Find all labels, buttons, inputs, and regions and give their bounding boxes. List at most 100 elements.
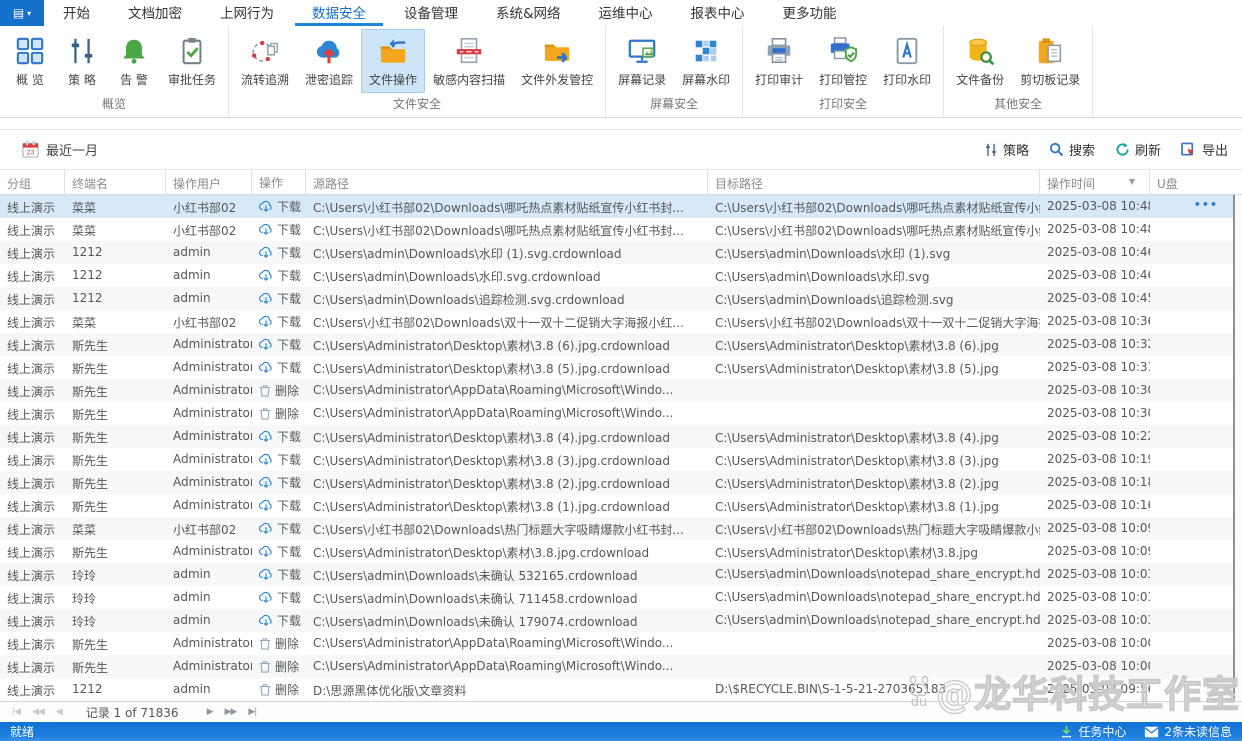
download-cloud-icon xyxy=(259,545,273,558)
download-cloud-icon xyxy=(259,614,273,627)
search-button[interactable]: 搜索 xyxy=(1049,140,1095,159)
prev-page-button[interactable]: ◀◀ xyxy=(26,707,50,717)
ribbon-item-file-outgoing[interactable]: 文件外发管控 xyxy=(513,29,601,93)
ribbon-item-file-backup[interactable]: 文件备份 xyxy=(948,29,1012,93)
tab-report-center[interactable]: 报表中心 xyxy=(674,0,762,26)
tab-web-behavior[interactable]: 上网行为 xyxy=(203,0,291,26)
ribbon-group-other-security: 文件备份 剪切板记录 其他安全 xyxy=(944,26,1094,117)
first-record-button[interactable]: |◀ xyxy=(6,707,26,717)
next-page-button[interactable]: ▶▶ xyxy=(218,707,242,717)
download-cloud-icon xyxy=(259,568,273,581)
table-row[interactable]: 线上演示 1212 admin 下载 C:\Users\admin\Downlo… xyxy=(0,264,1242,287)
table-row[interactable]: 线上演示 斯先生 Administrator 下载 C:\Users\Admin… xyxy=(0,333,1242,356)
ribbon-item-trace-flow[interactable]: 流转追溯 xyxy=(233,29,297,93)
tab-more[interactable]: 更多功能 xyxy=(766,0,854,26)
table-row[interactable]: 线上演示 菜菜 小红书部02 下载 C:\Users\小红书部02\Downlo… xyxy=(0,517,1242,540)
column-header-source-path[interactable]: 源路径 xyxy=(306,170,708,194)
tab-start[interactable]: 开始 xyxy=(46,0,107,26)
refresh-button[interactable]: 刷新 xyxy=(1115,140,1161,159)
column-header-operation[interactable]: 操作 xyxy=(252,170,306,194)
row-actions-button[interactable]: ••• xyxy=(1194,198,1218,211)
envelope-icon xyxy=(1144,726,1159,738)
date-range-filter[interactable]: 23 最近一月 xyxy=(22,140,98,159)
next-record-button[interactable]: ▶ xyxy=(201,707,219,717)
ribbon-item-clipboard-record[interactable]: 剪切板记录 xyxy=(1012,29,1088,93)
table-row[interactable]: 线上演示 斯先生 Administrator 删除 C:\Users\Admin… xyxy=(0,632,1242,655)
last-record-button[interactable]: ▶| xyxy=(242,707,262,717)
app-menu-icon: ▤ xyxy=(12,6,25,20)
tab-ops-center[interactable]: 运维中心 xyxy=(582,0,670,26)
ribbon-item-print-audit[interactable]: 打印审计 xyxy=(747,29,811,93)
ribbon-item-approval-tasks[interactable]: 审批任务 xyxy=(160,29,224,93)
app-menu-button[interactable]: ▤ ▾ xyxy=(0,0,44,26)
svg-text:23: 23 xyxy=(27,149,35,157)
clipboard-record-icon xyxy=(1035,35,1065,67)
ribbon-item-print-watermark[interactable]: 打印水印 xyxy=(875,29,939,93)
trash-icon xyxy=(259,384,271,397)
ribbon-item-overview[interactable]: 概 览 xyxy=(4,29,56,93)
time-filter-caret[interactable]: ▼ xyxy=(1129,177,1135,186)
column-header-group[interactable]: 分组 xyxy=(0,170,65,194)
table-row[interactable]: 线上演示 斯先生 Administrator 删除 C:\Users\Admin… xyxy=(0,379,1242,402)
status-bar: 就绪 任务中心 2条未读信息 xyxy=(0,722,1242,741)
unread-messages-button[interactable]: 2条未读信息 xyxy=(1144,723,1232,740)
table-row[interactable]: 线上演示 斯先生 Administrator 下载 C:\Users\Admin… xyxy=(0,356,1242,379)
table-row[interactable]: 线上演示 斯先生 Administrator 删除 C:\Users\Admin… xyxy=(0,655,1242,678)
table-row[interactable]: 线上演示 斯先生 Administrator 删除 C:\Users\Admin… xyxy=(0,402,1242,425)
tab-data-security[interactable]: 数据安全 xyxy=(295,0,383,26)
column-header-terminal[interactable]: 终端名 xyxy=(65,170,166,194)
table-row[interactable]: 线上演示 斯先生 Administrator 下载 C:\Users\Admin… xyxy=(0,540,1242,563)
trash-icon xyxy=(259,660,271,673)
table-row[interactable]: 线上演示 1212 admin 下载 C:\Users\admin\Downlo… xyxy=(0,241,1242,264)
tab-system-network[interactable]: 系统&网络 xyxy=(479,0,578,26)
table-row[interactable]: 线上演示 玲玲 admin 下载 C:\Users\admin\Download… xyxy=(0,609,1242,632)
download-cloud-icon xyxy=(259,223,273,236)
export-button[interactable]: 导出 xyxy=(1181,140,1228,159)
filter-toolbar: 23 最近一月 策略 搜索 刷新 导出 xyxy=(0,129,1242,170)
policy-button[interactable]: 策略 xyxy=(984,140,1029,159)
print-watermark-icon xyxy=(892,35,922,67)
approval-clipboard-icon xyxy=(177,35,207,67)
column-header-usb[interactable]: U盘 xyxy=(1150,170,1230,194)
column-header-target-path[interactable]: 目标路径 xyxy=(708,170,1040,194)
download-cloud-icon xyxy=(259,453,273,466)
table-row[interactable]: 线上演示 斯先生 Administrator 下载 C:\Users\Admin… xyxy=(0,494,1242,517)
prev-record-button[interactable]: ◀ xyxy=(50,707,68,717)
table-row[interactable]: 线上演示 菜菜 小红书部02 下载 C:\Users\小红书部02\Downlo… xyxy=(0,218,1242,241)
policy-sliders-icon xyxy=(984,143,998,157)
table-row[interactable]: 线上演示 斯先生 Administrator 下载 C:\Users\Admin… xyxy=(0,448,1242,471)
table-row[interactable]: 线上演示 斯先生 Administrator 下载 C:\Users\Admin… xyxy=(0,425,1242,448)
column-header-user[interactable]: 操作用户 xyxy=(166,170,252,194)
ribbon-item-file-operations[interactable]: 文件操作 xyxy=(361,29,426,93)
spacer xyxy=(0,118,1242,129)
ribbon-item-print-control[interactable]: 打印管控 xyxy=(811,29,875,93)
ribbon-item-policy[interactable]: 策 略 xyxy=(56,29,108,93)
ribbon-item-leak-tracking[interactable]: 泄密追踪 xyxy=(297,29,361,93)
ribbon-item-screen-record[interactable]: 屏幕记录 xyxy=(610,29,674,93)
ribbon-group-overview: 概 览 策 略 告 警 审批任务 概览 xyxy=(0,26,230,117)
table-row[interactable]: 线上演示 玲玲 admin 下载 C:\Users\admin\Download… xyxy=(0,563,1242,586)
column-header-time[interactable]: 操作时间 ▼ xyxy=(1040,170,1150,194)
ribbon-tab-bar: ▤ ▾ 开始 文档加密 上网行为 数据安全 设备管理 系统&网络 运维中心 报表中… xyxy=(0,0,1242,26)
tab-doc-encrypt[interactable]: 文档加密 xyxy=(111,0,199,26)
ribbon-item-sensitive-scan[interactable]: 敏感内容扫描 xyxy=(425,29,513,93)
ribbon-item-alerts[interactable]: 告 警 xyxy=(108,29,160,93)
tab-device-mgmt[interactable]: 设备管理 xyxy=(387,0,475,26)
sensitive-scan-icon xyxy=(454,35,484,67)
policy-sliders-icon xyxy=(67,35,97,67)
table-row[interactable]: 线上演示 1212 admin 下载 C:\Users\admin\Downlo… xyxy=(0,287,1242,310)
table-row[interactable]: 线上演示 斯先生 Administrator 下载 C:\Users\Admin… xyxy=(0,471,1242,494)
table-row[interactable]: 线上演示 1212 admin 删除 D:\思源黑体优化版\文章资料 D:\$R… xyxy=(0,678,1242,701)
ribbon-item-screen-watermark[interactable]: 屏幕水印 xyxy=(674,29,738,93)
record-counter: 记录 1 of 71836 xyxy=(85,705,179,720)
download-cloud-icon xyxy=(259,430,273,443)
scrollbar-thumb[interactable] xyxy=(1233,195,1235,701)
task-center-button[interactable]: 任务中心 xyxy=(1060,723,1126,740)
table-row[interactable]: 线上演示 菜菜 小红书部02 下载 C:\Users\小红书部02\Downlo… xyxy=(0,310,1242,333)
table-row[interactable]: 线上演示 玲玲 admin 下载 C:\Users\admin\Download… xyxy=(0,586,1242,609)
file-outgoing-folder-icon xyxy=(542,35,572,67)
status-ready-label: 就绪 xyxy=(10,725,35,739)
overview-grid-icon xyxy=(15,35,45,67)
download-cloud-icon xyxy=(259,292,273,305)
table-row[interactable]: 线上演示 菜菜 小红书部02 下载 C:\Users\小红书部02\Downlo… xyxy=(0,195,1242,218)
